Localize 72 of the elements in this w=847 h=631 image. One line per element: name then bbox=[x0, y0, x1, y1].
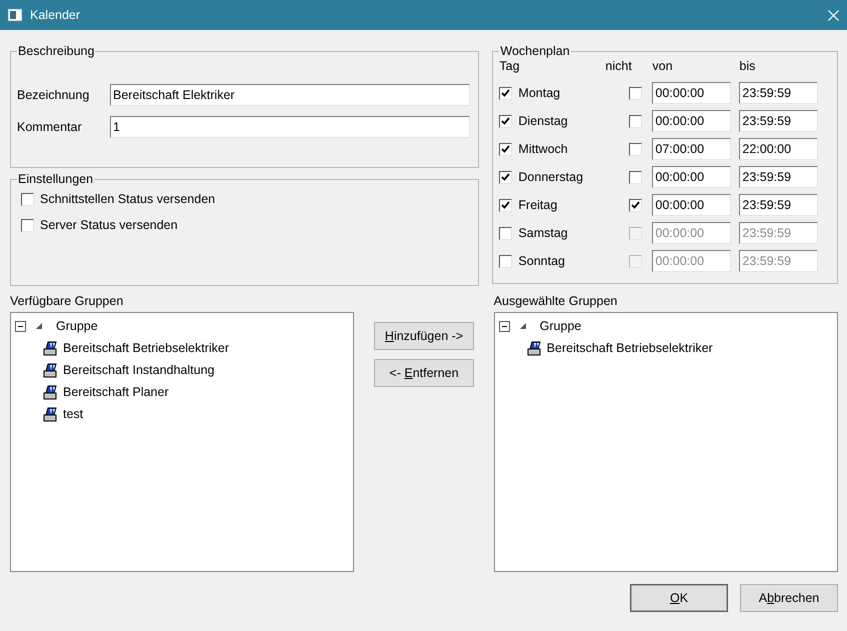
field-label: Bezeichnung bbox=[17, 88, 90, 102]
window-icon bbox=[8, 9, 22, 21]
checkbox[interactable] bbox=[21, 192, 34, 206]
column-header: nicht bbox=[605, 59, 633, 75]
triangle-icon bbox=[36, 323, 42, 329]
group-icon bbox=[526, 340, 543, 356]
group-title: Beschreibung bbox=[17, 44, 96, 58]
day-label: Montag bbox=[518, 86, 560, 100]
checkbox[interactable] bbox=[629, 86, 642, 100]
day-label: Dienstag bbox=[518, 114, 568, 128]
time-field[interactable]: 07:00:00 bbox=[652, 138, 732, 160]
group-icon bbox=[43, 340, 59, 356]
dialog-button[interactable]: Abbrechen bbox=[740, 584, 838, 612]
time-field[interactable]: 22:00:00 bbox=[739, 138, 818, 160]
field-label: Kommentar bbox=[17, 120, 83, 134]
tree-item[interactable]: Bereitschaft Planer bbox=[63, 385, 169, 399]
tree-item[interactable]: Bereitschaft Instandhaltung bbox=[63, 363, 214, 377]
group-icon bbox=[43, 362, 59, 378]
time-field[interactable]: 23:59:59 bbox=[739, 166, 818, 188]
day-label: Freitag bbox=[518, 198, 558, 212]
list-title: Ausgewählte Gruppen bbox=[494, 294, 618, 310]
checkbox[interactable] bbox=[499, 254, 512, 268]
triangle-icon bbox=[520, 323, 526, 329]
group-icon bbox=[43, 384, 59, 400]
day-label: Donnerstag bbox=[518, 170, 584, 184]
text-field[interactable]: 1 bbox=[110, 116, 470, 138]
time-field[interactable]: 00:00:00 bbox=[652, 194, 732, 216]
time-field[interactable]: 00:00:00 bbox=[652, 82, 732, 104]
checkbox[interactable] bbox=[21, 218, 34, 232]
day-label: Mittwoch bbox=[518, 142, 568, 156]
checkbox[interactable] bbox=[629, 170, 642, 184]
tree-item[interactable]: test bbox=[63, 407, 84, 421]
checkbox[interactable] bbox=[629, 226, 642, 240]
day-label: Sonntag bbox=[518, 254, 565, 268]
checkbox[interactable] bbox=[499, 86, 512, 100]
time-field[interactable]: 23:59:59 bbox=[739, 110, 818, 132]
group-icon bbox=[43, 406, 59, 422]
window-title: Kalender bbox=[30, 8, 82, 22]
close-icon[interactable] bbox=[828, 10, 839, 20]
checkbox[interactable] bbox=[499, 170, 512, 184]
time-field[interactable]: 00:00:00 bbox=[652, 110, 732, 132]
collapse-icon[interactable] bbox=[15, 320, 26, 332]
tree-item[interactable]: Bereitschaft Betriebselektriker bbox=[63, 341, 230, 355]
checkbox[interactable] bbox=[629, 114, 642, 128]
checkbox[interactable] bbox=[499, 114, 512, 128]
list-title: Verfügbare Gruppen bbox=[10, 294, 124, 310]
collapse-icon[interactable] bbox=[498, 320, 510, 332]
transfer-button[interactable]: <- Entfernen bbox=[374, 359, 474, 387]
dialog-button[interactable]: OK bbox=[630, 584, 728, 612]
checkbox[interactable] bbox=[499, 198, 512, 212]
tree-view[interactable]: Gruppe Bereitschaft Betriebselektriker Bereitschaft Instandhaltung Bereitschaft Planer test bbox=[10, 312, 354, 572]
transfer-button[interactable]: Hinzufügen -> bbox=[374, 322, 474, 350]
tree-item[interactable]: Bereitschaft Betriebselektriker bbox=[546, 341, 713, 355]
time-field[interactable]: 23:59:59 bbox=[739, 82, 818, 104]
column-header: von bbox=[652, 59, 674, 75]
tree-item[interactable]: Gruppe bbox=[540, 319, 582, 333]
text-field[interactable]: Bereitschaft Elektriker bbox=[110, 84, 470, 106]
tree-item[interactable]: Gruppe bbox=[56, 319, 98, 333]
group-title: Einstellungen bbox=[17, 172, 94, 186]
column-header: bis bbox=[739, 59, 756, 75]
checkbox[interactable] bbox=[629, 254, 642, 268]
tree-view[interactable]: Gruppe Bereitschaft Betriebselektriker bbox=[494, 312, 838, 572]
checkbox-label: Schnittstellen Status versenden bbox=[40, 192, 216, 206]
checkbox-label: Server Status versenden bbox=[40, 218, 178, 232]
group-title: Wochenplan bbox=[499, 44, 571, 58]
checkbox[interactable] bbox=[499, 226, 512, 240]
checkbox[interactable] bbox=[629, 142, 642, 156]
day-label: Samstag bbox=[518, 226, 568, 240]
time-field[interactable]: 00:00:00 bbox=[652, 166, 732, 188]
time-field[interactable]: 23:59:59 bbox=[739, 194, 818, 216]
checkbox[interactable] bbox=[629, 198, 642, 212]
checkbox[interactable] bbox=[499, 142, 512, 156]
